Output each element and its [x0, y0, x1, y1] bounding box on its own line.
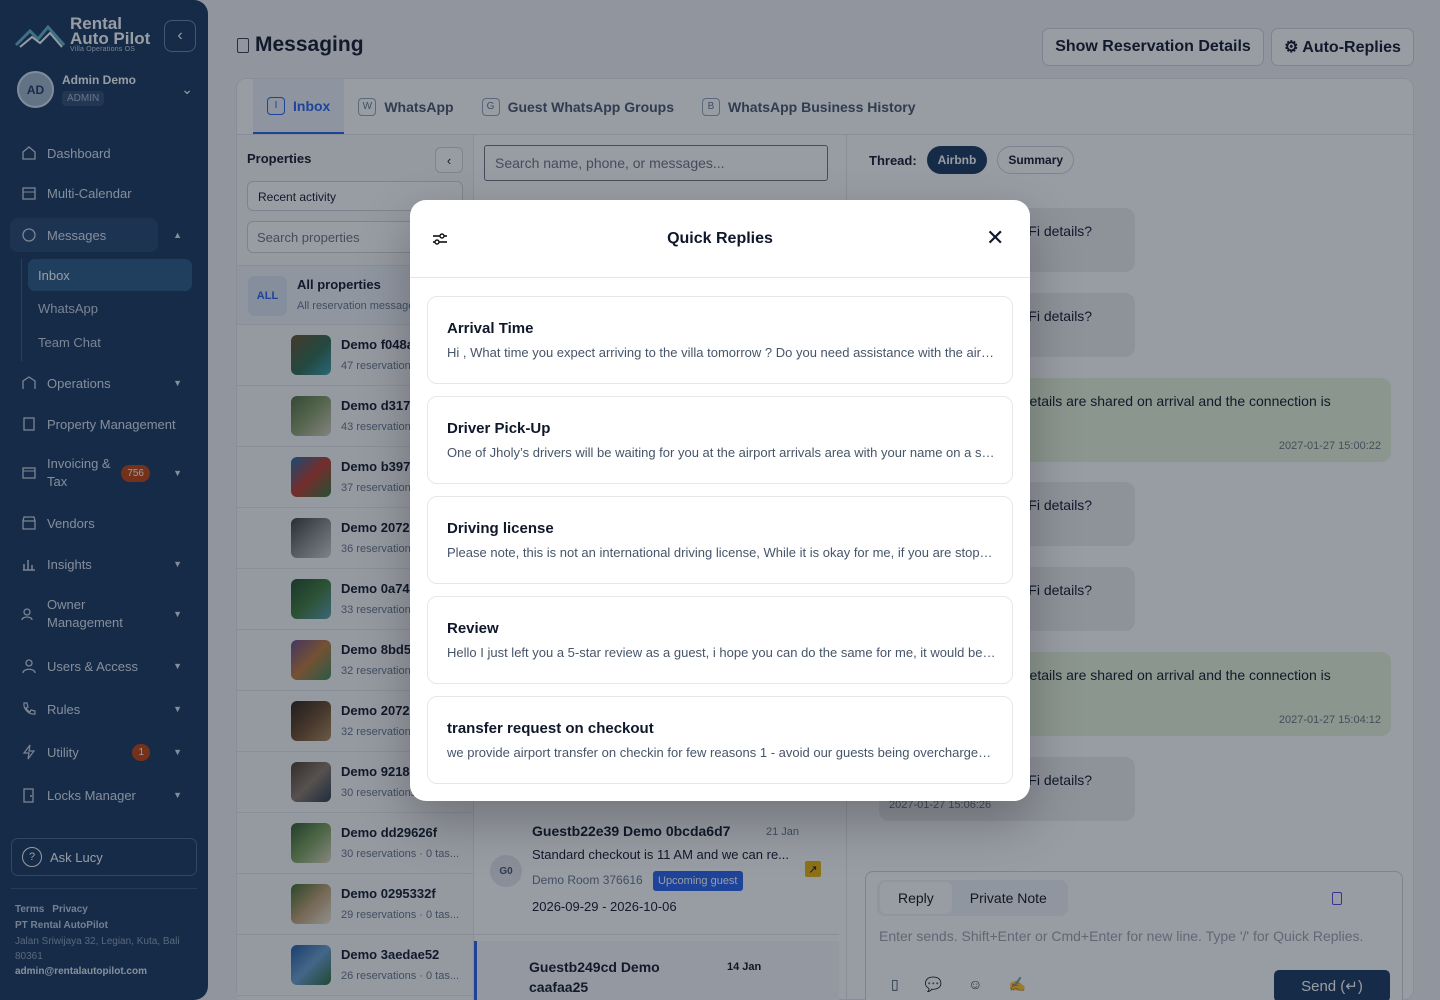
quick-replies-modal: Quick Replies ✕ Arrival Time Hi , What ti…	[410, 200, 1030, 801]
modal-title: Quick Replies	[667, 230, 773, 247]
quick-reply-item[interactable]: Review Hello I just left you a 5-star rev…	[427, 596, 1013, 684]
quick-reply-title: Review	[447, 620, 499, 637]
quick-reply-item[interactable]: transfer request on checkout we provide a…	[427, 696, 1013, 784]
quick-reply-body: Hello I just left you a 5-star review as…	[447, 645, 997, 660]
quick-reply-title: Arrival Time	[447, 320, 534, 337]
quick-reply-title: Driving license	[447, 520, 554, 537]
quick-reply-body: Hi , What time you expect arriving to th…	[447, 345, 997, 360]
quick-reply-item[interactable]: Arrival Time Hi , What time you expect ar…	[427, 296, 1013, 384]
quick-reply-title: Driver Pick-Up	[447, 420, 551, 437]
close-icon[interactable]: ✕	[986, 227, 1004, 249]
modal-header: Quick Replies ✕	[410, 200, 1030, 278]
quick-reply-item[interactable]: Driver Pick-Up One of Jholy’s drivers wil…	[427, 396, 1013, 484]
quick-reply-body: Please note, this is not an internationa…	[447, 545, 997, 560]
quick-reply-body: One of Jholy’s drivers will be waiting f…	[447, 445, 997, 460]
quick-reply-body: we provide airport transfer on checkin f…	[447, 745, 997, 760]
quick-reply-title: transfer request on checkout	[447, 720, 654, 737]
quick-reply-item[interactable]: Driving license Please note, this is not …	[427, 496, 1013, 584]
